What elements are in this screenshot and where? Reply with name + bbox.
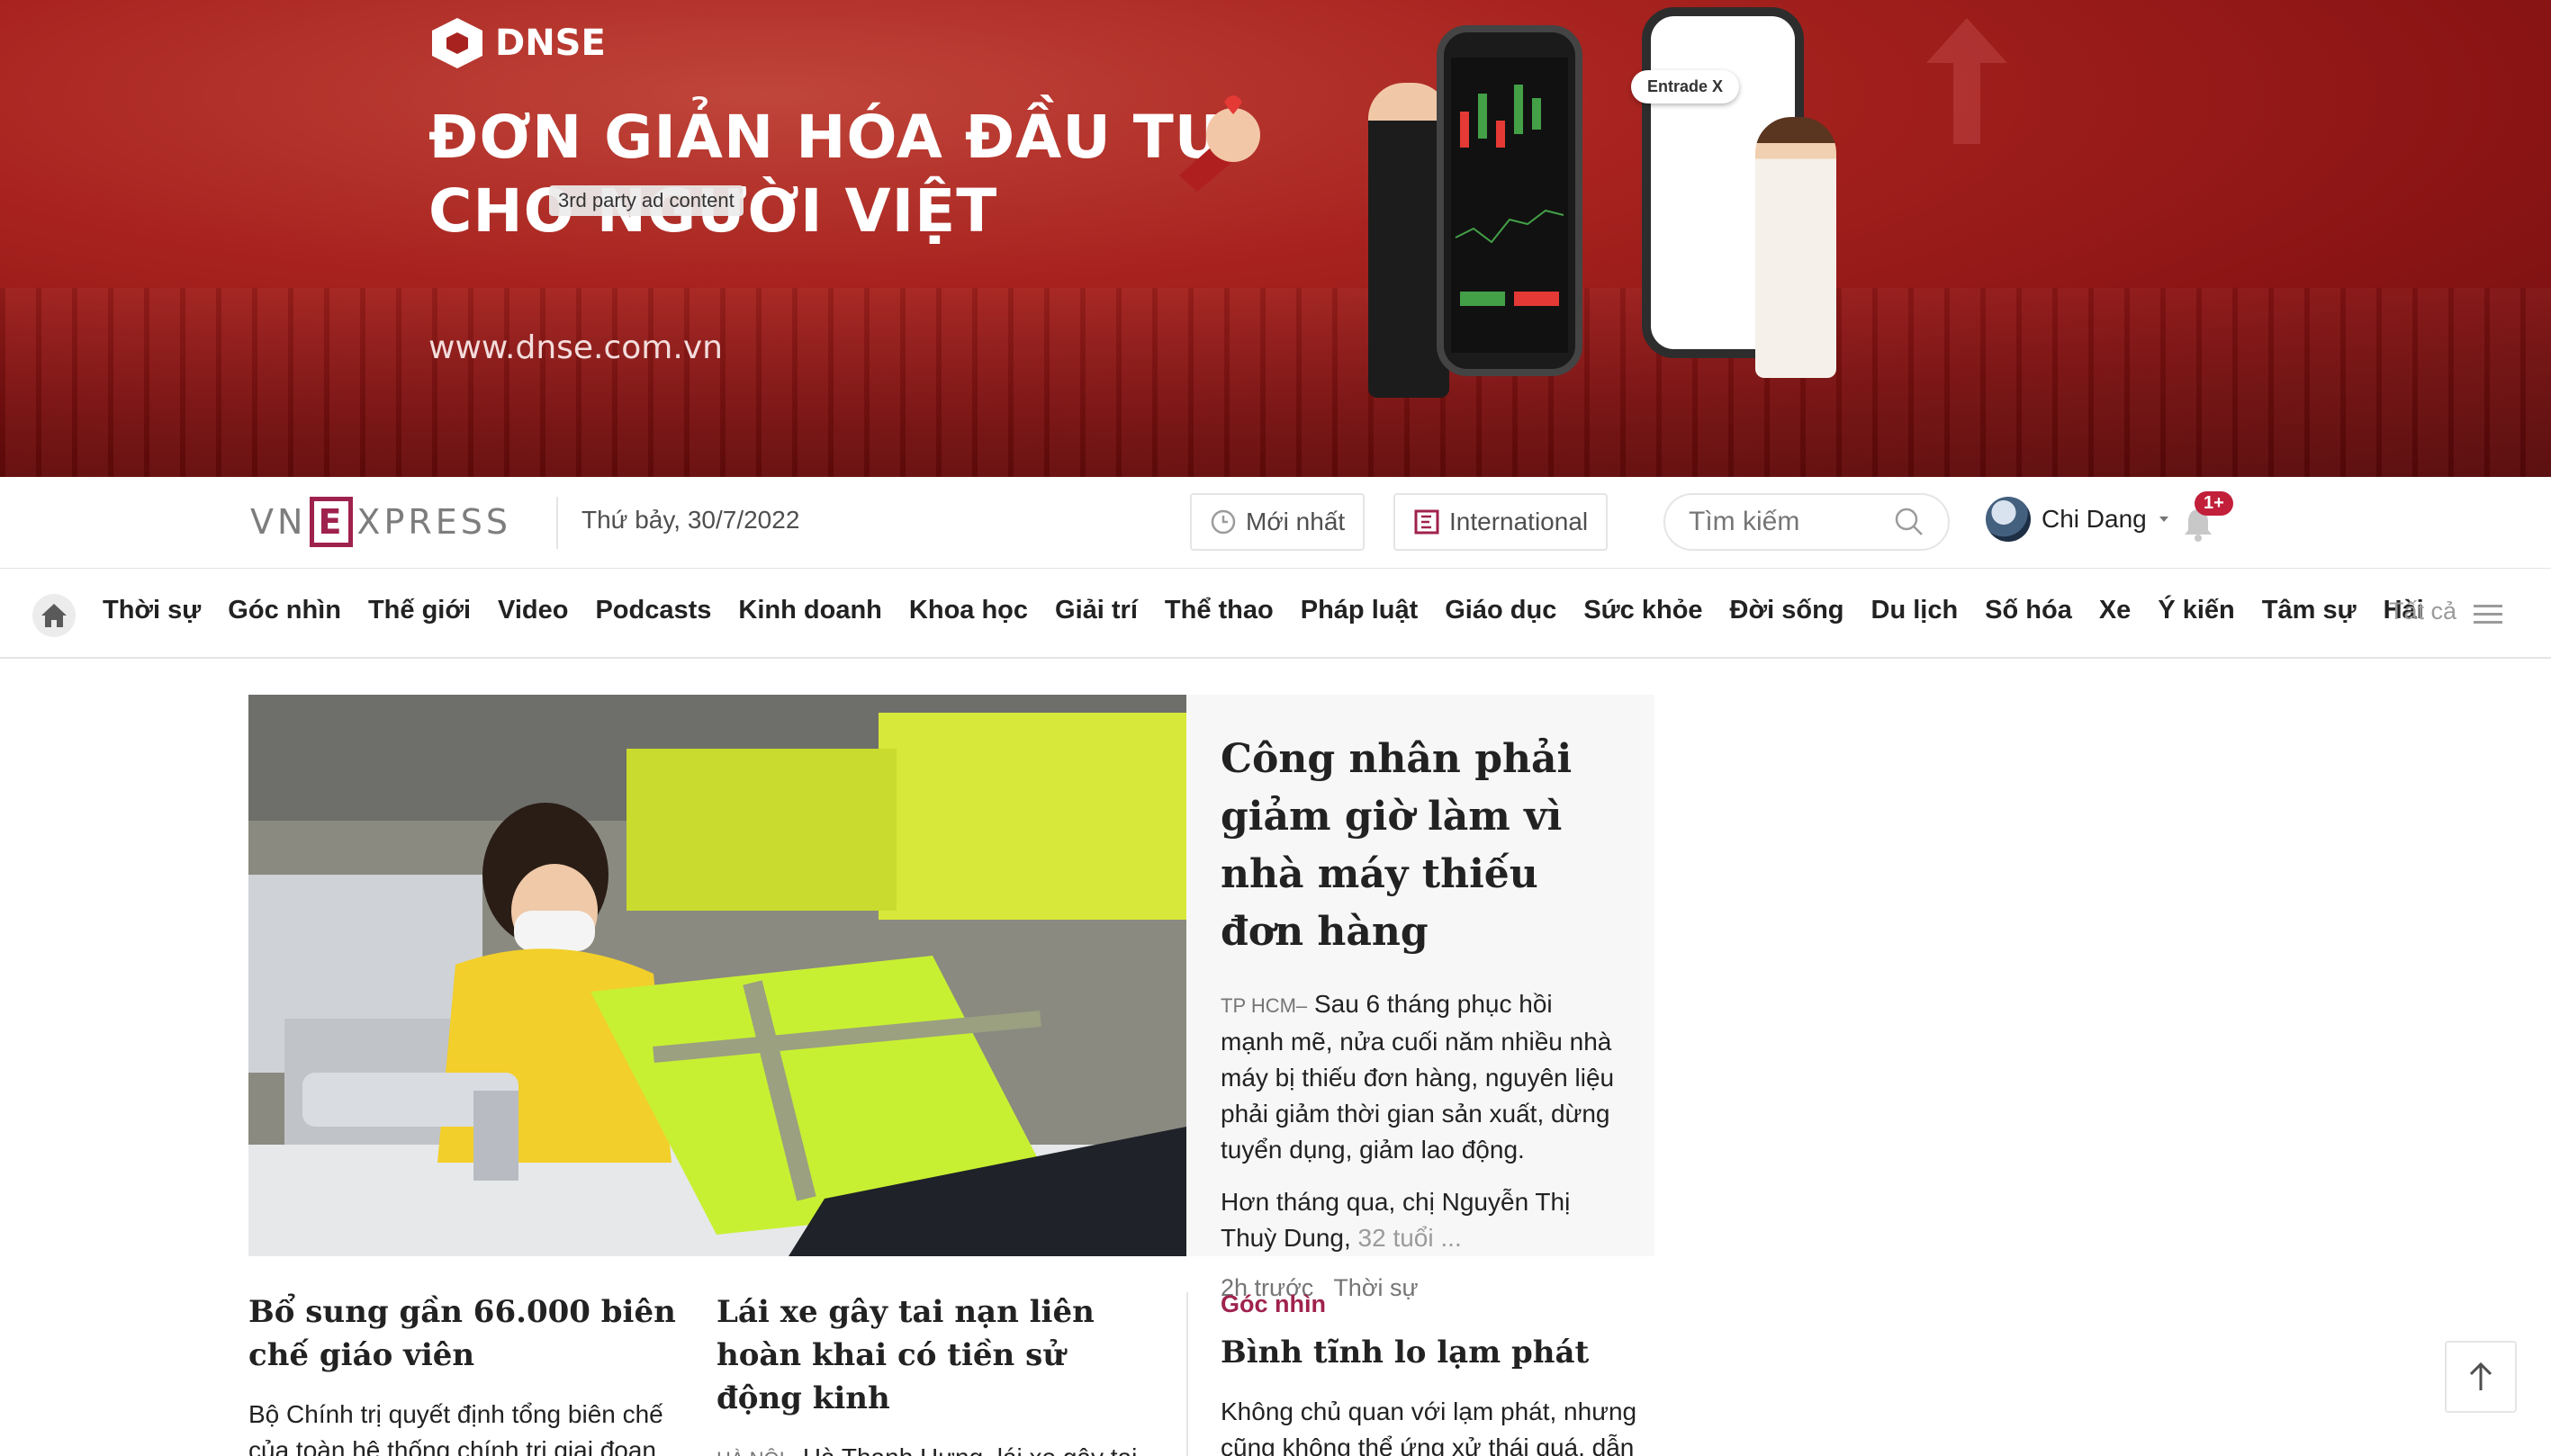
nav-items: Thời sự Góc nhìn Thế giới Video Podcasts… [103, 596, 2424, 625]
logo-mark: E [310, 497, 354, 547]
search-icon[interactable] [1894, 507, 1925, 537]
caret-down-icon[interactable] [2158, 515, 2170, 524]
nav-item-xe[interactable]: Xe [2099, 596, 2131, 625]
user-name[interactable]: Chi Dang [2042, 505, 2147, 534]
arrow-up-icon [2469, 1362, 2492, 1390]
nav-item-video[interactable]: Video [498, 596, 568, 625]
dnse-logo-icon [432, 18, 482, 68]
logo-text-right: XPRESS [356, 502, 512, 542]
back-to-top-button[interactable] [2445, 1341, 2517, 1413]
nav-item-giao-duc[interactable]: Giáo dục [1445, 596, 1556, 625]
search-input[interactable]: Tìm kiếm [1663, 493, 1950, 551]
story-title[interactable]: Bổ sung gần 66.000 biên chế giáo viên [248, 1290, 686, 1377]
nav-item-khoa-hoc[interactable]: Khoa học [909, 596, 1028, 625]
international-button[interactable]: International [1393, 493, 1609, 551]
clock-icon [1211, 509, 1236, 535]
nav-item-tam-su[interactable]: Tâm sự [2262, 596, 2357, 625]
ad-headline-line2: CHO NGƯỜI VIỆT [428, 176, 998, 246]
newest-button[interactable]: Mới nhất [1190, 493, 1366, 551]
ad-phone-chart-image [1437, 25, 1582, 376]
candlestick-chart-icon [1455, 85, 1564, 306]
hero-excerpt-fade: 32 tuổi ... [1357, 1224, 1462, 1252]
nav-item-giai-tri[interactable]: Giải trí [1055, 596, 1138, 625]
story-summary: Không chủ quan với lạm phát, nhưng cũng … [1221, 1394, 1658, 1456]
story-summary-text: Bộ Chính trị quyết định tổng biên chế củ… [248, 1400, 663, 1456]
ad-woman-figure [1755, 117, 1836, 378]
nav-item-the-thao[interactable]: Thể thao [1165, 596, 1274, 625]
ad-url[interactable]: www.dnse.com.vn [428, 329, 723, 366]
story-card: Bổ sung gần 66.000 biên chế giáo viên Bộ… [248, 1290, 686, 1456]
current-date: Thứ bảy, 30/7/2022 [581, 506, 800, 534]
finger-heart-hand-icon [1179, 95, 1260, 192]
nav-all-link[interactable]: Tất cả [2389, 598, 2456, 625]
ad-disclosure-badge: 3rd party ad content [549, 185, 744, 216]
column-divider [1186, 1292, 1188, 1456]
search-placeholder: Tìm kiếm [1689, 507, 1800, 536]
nav-item-y-kien[interactable]: Ý kiến [2158, 596, 2234, 625]
nav-item-kinh-doanh[interactable]: Kinh doanh [738, 596, 881, 625]
hero-article-excerpt: Hơn tháng qua, chị Nguyễn Thị Thuỳ Dung,… [1221, 1184, 1620, 1256]
story-title[interactable]: Lái xe gây tai nạn liên hoàn khai có tiề… [717, 1290, 1158, 1420]
user-menu[interactable]: Chi Dang [1986, 497, 2170, 542]
ad-entrade-label: Entrade X [1631, 70, 1740, 103]
international-e-icon [1414, 509, 1439, 535]
vnexpress-logo[interactable]: VN E XPRESS [250, 497, 511, 547]
nav-item-du-lich[interactable]: Du lịch [1871, 596, 1959, 625]
nav-item-phap-luat[interactable]: Pháp luật [1301, 596, 1419, 625]
story-summary-text: Không chủ quan với lạm phát, nhưng cũng … [1221, 1398, 1637, 1456]
story-title[interactable]: Bình tĩnh lo lạm phát [1221, 1331, 1658, 1374]
nav-item-the-gioi[interactable]: Thế giới [368, 596, 471, 625]
home-button[interactable] [32, 594, 76, 637]
international-label: International [1449, 508, 1589, 535]
nav-item-doi-song[interactable]: Đời sống [1730, 596, 1844, 625]
nav-item-goc-nhin[interactable]: Góc nhìn [228, 596, 341, 625]
opinion-story-card: Góc nhìn Bình tĩnh lo lạm phát Không chủ… [1221, 1290, 1658, 1456]
hero-article-title[interactable]: Công nhân phải giảm giờ làm vì nhà máy t… [1221, 731, 1620, 961]
site-header: VN E XPRESS Thứ bảy, 30/7/2022 Mới nhất … [0, 477, 2551, 569]
header-divider [556, 497, 558, 549]
nav-item-thoi-su[interactable]: Thời sự [103, 596, 201, 625]
up-arrow-decoration-icon [1926, 18, 2007, 144]
ad-brand-logo: DNSE [432, 18, 606, 68]
story-location: HÀ NỘI– [717, 1448, 796, 1456]
hero-location: TP HCM– [1221, 994, 1308, 1017]
ad-headline: ĐƠN GIẢN HÓA ĐẦU TƯ CHO NGƯỜI VIỆT [428, 101, 1225, 248]
hamburger-menu-icon[interactable] [2474, 603, 2502, 625]
story-category-link[interactable]: Góc nhìn [1221, 1290, 1658, 1318]
nav-item-so-hoa[interactable]: Số hóa [1985, 596, 2072, 625]
ad-floor-decoration [0, 288, 2551, 477]
hero-article-description: TP HCM– Sau 6 tháng phục hồi mạnh mẽ, nử… [1221, 986, 1620, 1168]
ad-banner[interactable]: DNSE ĐƠN GIẢN HÓA ĐẦU TƯ CHO NGƯỜI VIỆT … [0, 0, 2551, 477]
story-summary: Bộ Chính trị quyết định tổng biên chế củ… [248, 1397, 686, 1456]
hero-article-card: Công nhân phải giảm giờ làm vì nhà máy t… [1186, 695, 1654, 1301]
ad-brand-name: DNSE [495, 22, 606, 64]
ad-headline-line1: ĐƠN GIẢN HÓA ĐẦU TƯ [428, 103, 1225, 172]
notification-badge[interactable]: 1+ [2195, 491, 2233, 516]
nav-item-podcasts[interactable]: Podcasts [595, 596, 711, 625]
hero-article-image[interactable] [248, 695, 1186, 1256]
home-icon [41, 604, 67, 627]
story-card: Lái xe gây tai nạn liên hoàn khai có tiề… [717, 1290, 1158, 1456]
avatar[interactable] [1986, 497, 2031, 542]
logo-text-left: VN [250, 502, 307, 542]
garment-factory-photo [248, 695, 1186, 1256]
nav-item-suc-khoe[interactable]: Sức khỏe [1583, 596, 1702, 625]
newest-label: Mới nhất [1246, 508, 1346, 535]
story-summary: HÀ NỘI– Hà Thanh Hưng, lái xe gây tai nạ… [717, 1440, 1158, 1456]
main-nav: Thời sự Góc nhìn Thế giới Video Podcasts… [0, 569, 2551, 659]
